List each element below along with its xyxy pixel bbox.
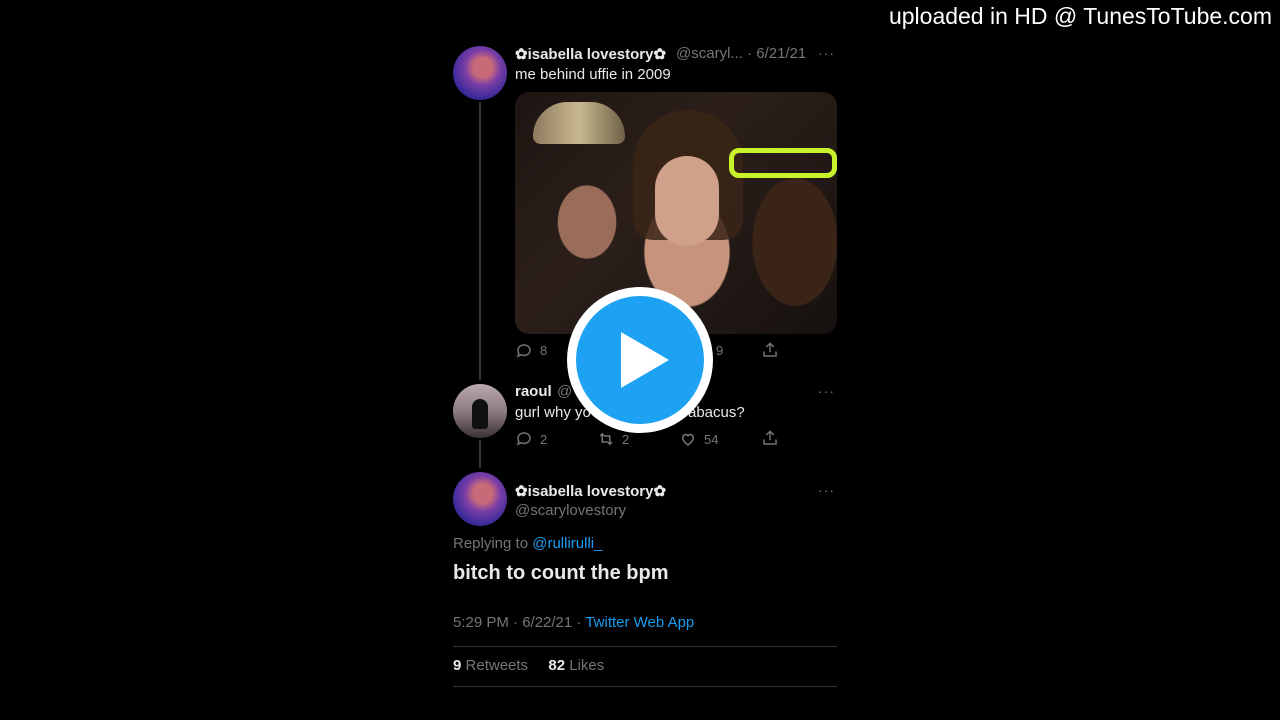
tweet-text-start: gurl why yo xyxy=(515,404,591,421)
photo-face xyxy=(655,156,719,246)
handle[interactable]: @ xyxy=(557,383,572,400)
share-icon[interactable] xyxy=(761,429,779,447)
display-name[interactable]: raoul xyxy=(515,383,552,400)
reply-count: 2 xyxy=(540,432,548,447)
reply-icon[interactable] xyxy=(515,342,533,360)
display-name[interactable]: ✿isabella lovestory✿ xyxy=(515,45,666,63)
photo-glasses xyxy=(729,148,837,178)
more-icon[interactable]: ··· xyxy=(818,482,835,498)
replying-prefix: Replying to xyxy=(453,535,533,552)
likes-label[interactable]: Likes xyxy=(569,657,604,674)
handle[interactable]: @scarylovestory xyxy=(515,502,626,519)
avatar[interactable] xyxy=(453,384,507,438)
likes-count[interactable]: 82 xyxy=(548,657,565,674)
play-button-circle xyxy=(576,296,704,424)
tweet-text: me behind uffie in 2009 xyxy=(515,66,671,83)
photo-hat xyxy=(533,102,625,144)
replying-handle-link[interactable]: @rullirulli_ xyxy=(532,535,602,552)
timestamp-line: 5:29 PM · 6/22/21 · Twitter Web App xyxy=(453,614,694,631)
watermark: uploaded in HD @ TunesToTube.com xyxy=(888,3,1272,29)
retweet-icon[interactable] xyxy=(597,430,615,448)
main-tweet-text: bitch to count the bpm xyxy=(453,562,669,584)
play-icon xyxy=(621,332,669,388)
replying-to: Replying to @rullirulli_ xyxy=(453,535,602,552)
retweets-count[interactable]: 9 xyxy=(453,657,461,674)
timestamp[interactable]: 5:29 PM · 6/22/21 · xyxy=(453,614,585,631)
retweet-count: 2 xyxy=(622,432,630,447)
more-icon[interactable]: ··· xyxy=(818,383,835,399)
thread-line xyxy=(479,440,481,468)
engagement-stats: 9 Retweets 82 Likes xyxy=(453,657,604,674)
tweet-text-end: abacus? xyxy=(688,404,745,421)
thread-line xyxy=(479,102,481,380)
share-icon[interactable] xyxy=(761,341,779,359)
divider xyxy=(453,686,837,687)
display-name[interactable]: ✿isabella lovestory✿ xyxy=(515,482,666,500)
source-link[interactable]: Twitter Web App xyxy=(585,614,694,631)
more-icon[interactable]: ··· xyxy=(818,45,835,61)
reply-icon[interactable] xyxy=(515,430,533,448)
reply-count: 8 xyxy=(540,343,548,358)
retweets-label[interactable]: Retweets xyxy=(466,657,529,674)
divider xyxy=(453,646,837,647)
avatar[interactable] xyxy=(453,472,507,526)
avatar[interactable] xyxy=(453,46,507,100)
play-button[interactable] xyxy=(567,287,713,433)
handle-and-date[interactable]: @scaryl... · 6/21/21 xyxy=(676,45,806,62)
like-icon[interactable] xyxy=(679,430,697,448)
like-count: 9 xyxy=(716,343,724,358)
like-count: 54 xyxy=(704,432,719,447)
